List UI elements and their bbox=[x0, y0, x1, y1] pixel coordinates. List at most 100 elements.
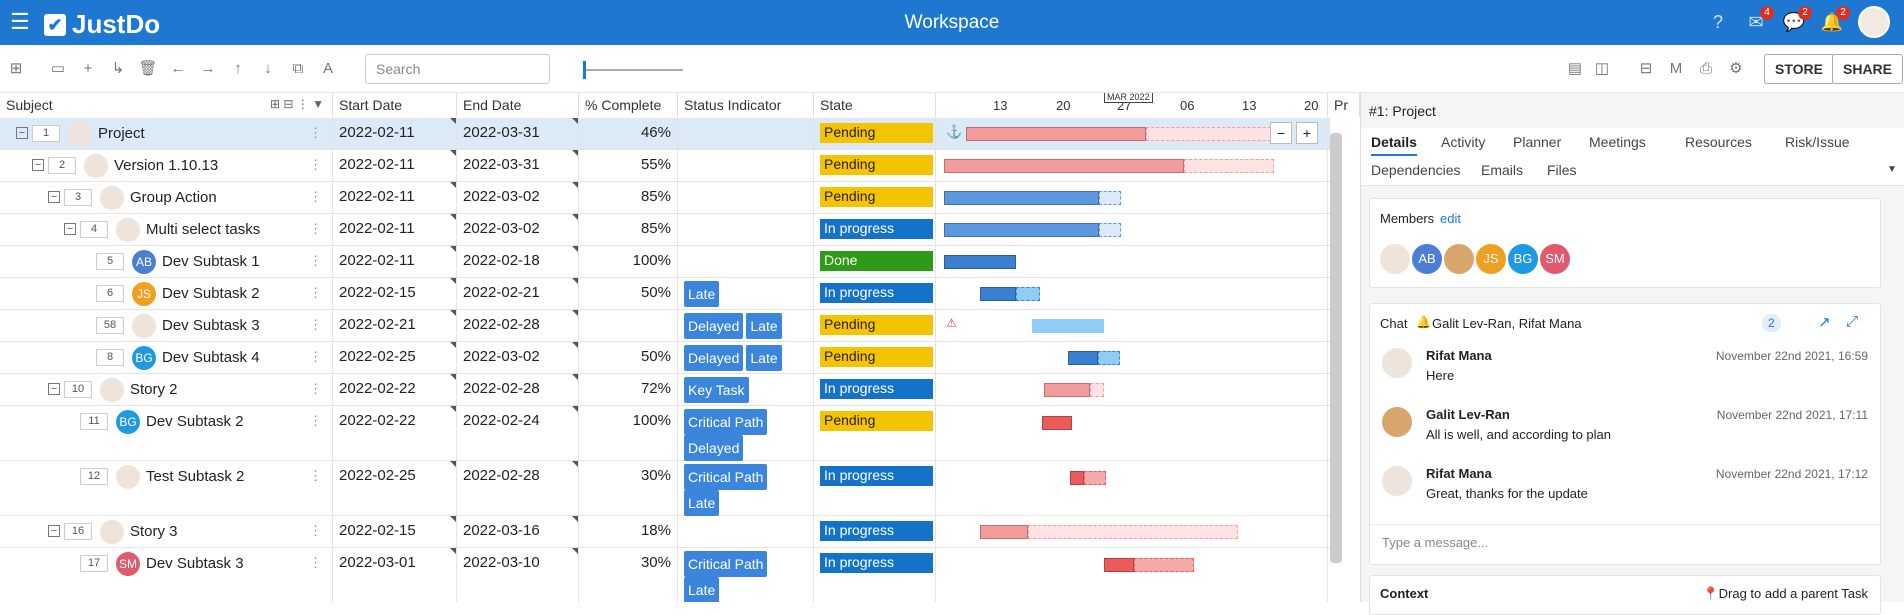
task-number[interactable]: 58 bbox=[96, 317, 124, 334]
gantt-remaining-bar[interactable] bbox=[1098, 351, 1120, 365]
search-input[interactable]: Search bbox=[365, 54, 550, 84]
gantt-cell[interactable] bbox=[936, 150, 1328, 181]
column-header-percent-complete[interactable]: % Complete bbox=[579, 93, 678, 117]
cell-subject[interactable]: 17 SM Dev Subtask 3 ⋮ bbox=[0, 548, 333, 602]
owner-avatar[interactable] bbox=[116, 218, 140, 242]
cell-subject[interactable]: 58 Dev Subtask 3 ⋮ bbox=[0, 310, 333, 341]
row-menu-icon[interactable]: ⋮ bbox=[309, 189, 322, 205]
table-row[interactable]: −16 Story 3 ⋮ 2022-02-15 2022-03-16 18% In pro… bbox=[0, 516, 1330, 548]
table-row[interactable]: −1 Project ⋮ 2022-02-11 2022-03-31 46% Pending… bbox=[0, 118, 1330, 150]
store-button[interactable]: STORE bbox=[1764, 54, 1834, 84]
zoom-slider[interactable] bbox=[583, 61, 683, 79]
copy-icon[interactable]: ⧉ bbox=[288, 59, 308, 79]
member-avatar[interactable]: AB bbox=[1412, 244, 1442, 274]
chat-bell-icon[interactable]: 🔔 bbox=[1416, 315, 1431, 329]
gantt-cell[interactable] bbox=[936, 182, 1328, 213]
gantt-cell[interactable]: ⚓ − + bbox=[936, 118, 1328, 149]
gantt-remaining-bar[interactable] bbox=[1099, 223, 1121, 237]
row-menu-icon[interactable]: ⋮ bbox=[309, 523, 322, 539]
delete-icon[interactable]: 🗑 bbox=[138, 59, 158, 79]
task-number[interactable]: 10 bbox=[64, 381, 92, 398]
row-menu-icon[interactable]: ⋮ bbox=[309, 125, 322, 141]
task-subject[interactable]: Story 2 bbox=[130, 381, 178, 398]
gantt-cell[interactable] bbox=[936, 461, 1328, 515]
tabs-overflow-chevron-icon[interactable]: ▼ bbox=[1887, 164, 1897, 175]
state-badge[interactable]: Pending bbox=[820, 187, 933, 207]
cell-end-date[interactable]: 2022-02-18 bbox=[457, 246, 579, 277]
cell-status-indicator[interactable] bbox=[678, 182, 814, 213]
cell-start-date[interactable]: 2022-02-15 bbox=[333, 516, 457, 547]
cell-status-indicator[interactable] bbox=[678, 246, 814, 277]
cell-status-indicator[interactable] bbox=[678, 118, 814, 149]
notifications-icon[interactable]: ✉ 4 bbox=[1744, 6, 1774, 34]
tab-meetings[interactable]: Meetings bbox=[1589, 134, 1646, 150]
move-up-icon[interactable]: ↑ bbox=[228, 59, 248, 79]
cell-percent-complete[interactable]: 100% bbox=[579, 246, 678, 277]
state-badge[interactable]: Pending bbox=[820, 347, 933, 367]
gantt-progress-bar[interactable] bbox=[1070, 471, 1084, 485]
cell-subject[interactable]: −1 Project ⋮ bbox=[0, 118, 333, 149]
collapse-toggle-icon[interactable]: − bbox=[48, 525, 60, 537]
cell-percent-complete[interactable]: 55% bbox=[579, 150, 678, 181]
layout-rows-icon[interactable]: ▤ bbox=[1565, 59, 1585, 79]
cell-start-date[interactable]: 2022-03-01 bbox=[333, 548, 457, 602]
gantt-remaining-bar[interactable] bbox=[1016, 287, 1040, 301]
state-badge[interactable]: In progress bbox=[820, 379, 933, 399]
owner-avatar[interactable] bbox=[68, 122, 92, 146]
message-input[interactable]: Type a message... bbox=[1370, 524, 1880, 564]
task-number[interactable]: 4 bbox=[80, 221, 108, 238]
cell-status-indicator[interactable]: Critical PathLate bbox=[678, 461, 814, 516]
task-subject[interactable]: Multi select tasks bbox=[146, 221, 260, 238]
cell-state[interactable]: Pending bbox=[814, 150, 936, 181]
table-row[interactable]: −2 Version 1.10.13 ⋮ 2022-02-11 2022-03-31 55… bbox=[0, 150, 1330, 182]
member-avatar[interactable]: JS bbox=[1476, 244, 1506, 274]
state-badge[interactable]: Done bbox=[820, 251, 933, 271]
member-avatar[interactable] bbox=[1380, 244, 1410, 274]
grid-icon[interactable]: ⊞ bbox=[6, 59, 26, 79]
table-row[interactable]: 58 Dev Subtask 3 ⋮ 2022-02-21 2022-02-28 Dela… bbox=[0, 310, 1330, 342]
cell-end-date[interactable]: 2022-03-02 bbox=[457, 342, 579, 373]
cell-end-date[interactable]: 2022-02-21 bbox=[457, 278, 579, 309]
email-icon[interactable]: M bbox=[1666, 59, 1686, 79]
gantt-remaining-bar[interactable] bbox=[1084, 471, 1106, 485]
gantt-cell[interactable] bbox=[936, 278, 1328, 309]
cell-percent-complete[interactable]: 46% bbox=[579, 118, 678, 149]
tab-risk-issue[interactable]: Risk/Issue bbox=[1785, 134, 1850, 150]
gantt-icon[interactable]: ⊟ bbox=[1636, 59, 1656, 79]
collapse-toggle-icon[interactable]: − bbox=[48, 191, 60, 203]
task-number[interactable]: 8 bbox=[96, 349, 124, 366]
state-badge[interactable]: In progress bbox=[820, 466, 933, 486]
cell-state[interactable]: Pending bbox=[814, 182, 936, 213]
task-number[interactable]: 3 bbox=[64, 189, 92, 206]
member-avatar[interactable] bbox=[1444, 244, 1474, 274]
row-menu-icon[interactable]: ⋮ bbox=[309, 157, 322, 173]
share-button[interactable]: SHARE bbox=[1832, 54, 1904, 84]
task-number[interactable]: 16 bbox=[64, 523, 92, 540]
task-subject[interactable]: Dev Subtask 3 bbox=[162, 317, 260, 334]
layout-split-icon[interactable]: ◫ bbox=[1592, 59, 1612, 79]
cell-status-indicator[interactable] bbox=[678, 516, 814, 547]
cell-subject[interactable]: 8 BG Dev Subtask 4 ⋮ bbox=[0, 342, 333, 373]
cell-start-date[interactable]: 2022-02-11 bbox=[333, 150, 457, 181]
task-subject[interactable]: Version 1.10.13 bbox=[114, 157, 218, 174]
gantt-cell[interactable] bbox=[936, 374, 1328, 405]
gantt-cell[interactable] bbox=[936, 214, 1328, 245]
bell-icon[interactable]: 🔔 2 bbox=[1820, 6, 1850, 34]
cell-end-date[interactable]: 2022-03-16 bbox=[457, 516, 579, 547]
row-menu-icon[interactable]: ⋮ bbox=[309, 285, 322, 301]
task-number[interactable]: 11 bbox=[80, 413, 108, 430]
tab-planner[interactable]: Planner bbox=[1513, 134, 1561, 150]
cell-start-date[interactable]: 2022-02-15 bbox=[333, 278, 457, 309]
gantt-remaining-bar[interactable] bbox=[1134, 558, 1194, 572]
state-badge[interactable]: In progress bbox=[820, 283, 933, 303]
table-row[interactable]: −10 Story 2 ⋮ 2022-02-22 2022-02-28 72% Key Ta… bbox=[0, 374, 1330, 406]
row-menu-icon[interactable]: ⋮ bbox=[309, 413, 322, 429]
grid-scrollbar[interactable] bbox=[1330, 133, 1342, 563]
table-row[interactable]: 6 JS Dev Subtask 2 ⋮ 2022-02-15 2022-02-21 50%… bbox=[0, 278, 1330, 310]
add-child-icon[interactable]: ↳ bbox=[108, 59, 128, 79]
state-badge[interactable]: Pending bbox=[820, 315, 933, 335]
table-row[interactable]: 8 BG Dev Subtask 4 ⋮ 2022-02-25 2022-03-02 50%… bbox=[0, 342, 1330, 374]
member-avatar[interactable]: SM bbox=[1540, 244, 1570, 274]
cell-start-date[interactable]: 2022-02-22 bbox=[333, 406, 457, 460]
row-menu-icon[interactable]: ⋮ bbox=[309, 317, 322, 333]
